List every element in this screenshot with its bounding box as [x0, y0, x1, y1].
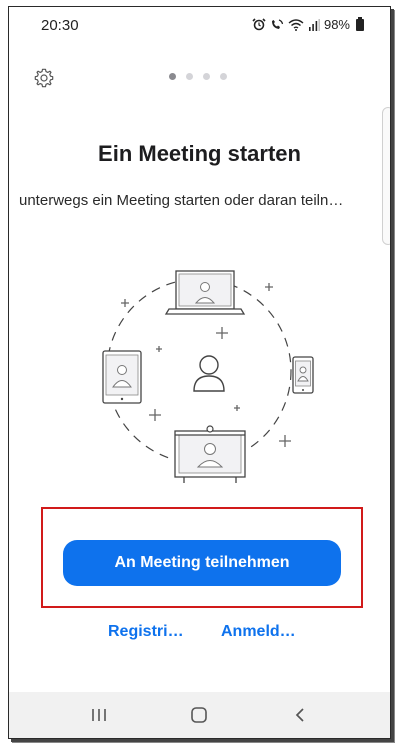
signal-icon [308, 18, 320, 31]
page-dot[interactable] [186, 73, 193, 80]
devices-illustration [102, 270, 314, 483]
system-nav-bar [9, 692, 390, 738]
join-meeting-button[interactable]: An Meeting teilnehmen [63, 540, 341, 586]
recent-apps-button[interactable] [79, 700, 119, 730]
home-icon [191, 707, 208, 723]
battery-icon [356, 16, 364, 31]
wifi-call-icon [271, 19, 284, 29]
back-icon [295, 708, 304, 722]
page-title: Ein Meeting starten [98, 141, 301, 166]
register-link[interactable]: Registri… [108, 623, 184, 641]
status-icons: 98% [252, 16, 364, 32]
back-button[interactable] [280, 700, 320, 730]
home-button[interactable] [179, 700, 219, 730]
phone-icon [292, 356, 314, 394]
tablet-icon [102, 350, 142, 404]
page-dot[interactable] [203, 73, 210, 80]
alarm-icon [252, 18, 266, 31]
phone-screen: 20:30 98% Ein Meeting starten unterwegs … [8, 6, 391, 739]
wifi-icon [288, 19, 304, 31]
conference-screen-icon [174, 425, 246, 483]
status-time: 20:30 [41, 17, 79, 34]
laptop-icon [164, 270, 246, 315]
settings-button[interactable] [31, 65, 57, 91]
sign-in-link[interactable]: Anmeld… [221, 623, 296, 641]
page-indicator [169, 73, 227, 80]
person-icon [193, 355, 225, 392]
battery-percent: 98% [323, 17, 350, 32]
page-dot[interactable] [220, 73, 227, 80]
status-bar: 20:30 98% [9, 7, 390, 43]
edge-panel-handle[interactable] [382, 107, 390, 245]
page-subtitle: unterwegs ein Meeting starten oder daran… [19, 192, 344, 209]
page-dot[interactable] [169, 73, 176, 80]
recent-apps-icon [92, 709, 106, 721]
gear-icon [34, 68, 54, 88]
